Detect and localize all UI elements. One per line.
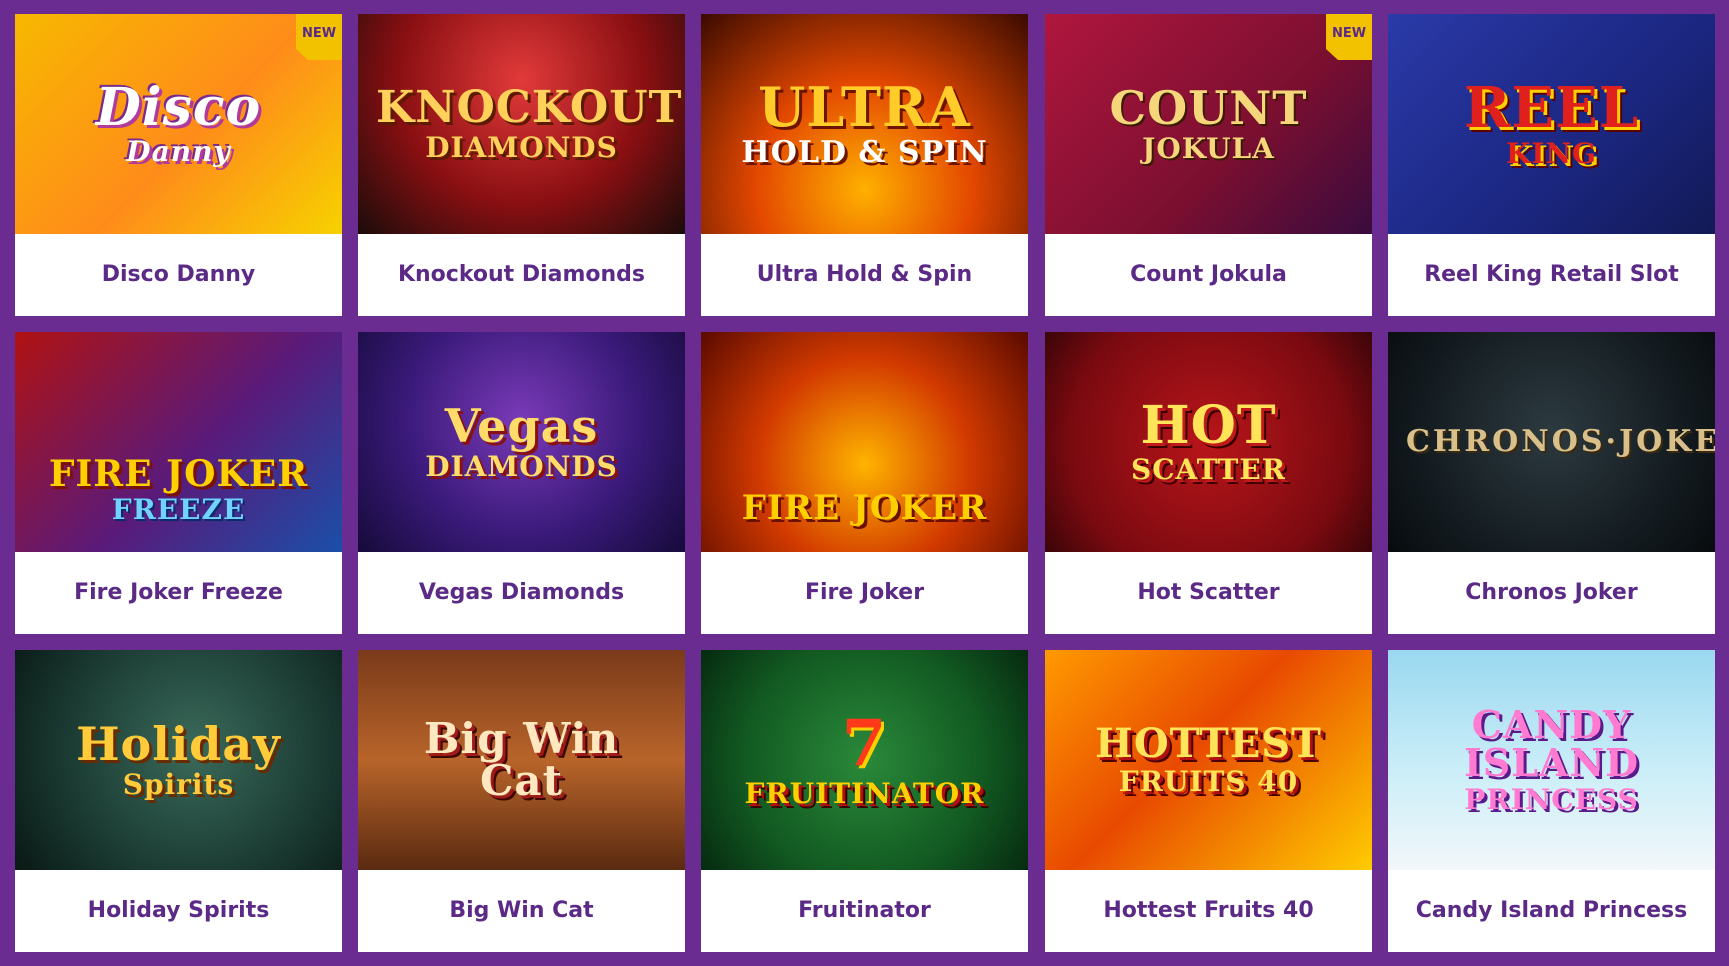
- game-thumbnail[interactable]: FIRE JOKER FREEZE: [15, 332, 342, 552]
- game-thumbnail[interactable]: KNOCKOUT DIAMONDS: [358, 14, 685, 234]
- game-logo-line: DIAMONDS: [425, 131, 618, 164]
- new-badge: NEW: [296, 14, 342, 60]
- game-logo-line: CANDY ISLAND: [1463, 702, 1640, 785]
- game-logo-line: Danny: [126, 135, 231, 168]
- new-badge: NEW: [1326, 14, 1372, 60]
- game-thumbnail[interactable]: HOTTEST FRUITS 40: [1045, 650, 1372, 870]
- game-logo: FIRE JOKER FREEZE: [15, 456, 342, 524]
- game-logo-line: FRUITINATOR: [744, 777, 985, 810]
- game-card-ultra-hold-spin[interactable]: ULTRA HOLD & SPIN Ultra Hold & Spin: [701, 14, 1028, 316]
- game-card-knockout-diamonds[interactable]: KNOCKOUT DIAMONDS Knockout Diamonds: [358, 14, 685, 316]
- game-thumbnail[interactable]: ULTRA HOLD & SPIN: [701, 14, 1028, 234]
- game-title[interactable]: Hot Scatter: [1045, 552, 1372, 634]
- game-logo-line: Big Win Cat: [423, 714, 620, 805]
- game-logo-line: SCATTER: [1131, 453, 1286, 486]
- game-card-count-jokula[interactable]: COUNT JOKULA NEW Count Jokula: [1045, 14, 1372, 316]
- game-thumbnail[interactable]: Big Win Cat: [358, 650, 685, 870]
- game-logo-line: Vegas: [444, 399, 599, 453]
- game-logo-line: PRINCESS: [1464, 783, 1639, 816]
- game-title[interactable]: Fire Joker Freeze: [15, 552, 342, 634]
- game-logo-line: Holiday: [76, 717, 281, 771]
- game-thumbnail[interactable]: REEL KING: [1388, 14, 1715, 234]
- game-logo-line: HOT: [1140, 395, 1277, 456]
- game-card-fruitinator[interactable]: 7 FRUITINATOR Fruitinator: [701, 650, 1028, 952]
- game-logo-line: FIRE JOKER: [741, 488, 988, 528]
- game-logo-line: ULTRA: [758, 75, 971, 139]
- game-logo: COUNT JOKULA: [1045, 85, 1372, 163]
- game-card-vegas-diamonds[interactable]: Vegas DIAMONDS Vegas Diamonds: [358, 332, 685, 634]
- game-thumbnail[interactable]: CANDY ISLAND PRINCESS: [1388, 650, 1715, 870]
- game-logo-line: FRUITS 40: [1118, 765, 1299, 798]
- game-title[interactable]: Reel King Retail Slot: [1388, 234, 1715, 316]
- game-title[interactable]: Big Win Cat: [358, 870, 685, 952]
- game-thumbnail[interactable]: Disco Danny: [15, 14, 342, 234]
- game-thumbnail[interactable]: CHRONOS·JOKER: [1388, 332, 1715, 552]
- game-card-hottest-fruits-40[interactable]: HOTTEST FRUITS 40 Hottest Fruits 40: [1045, 650, 1372, 952]
- game-title[interactable]: Candy Island Princess: [1388, 870, 1715, 952]
- game-logo-line: JOKULA: [1142, 132, 1275, 165]
- game-title[interactable]: Hottest Fruits 40: [1045, 870, 1372, 952]
- game-title[interactable]: Ultra Hold & Spin: [701, 234, 1028, 316]
- game-card-disco-danny[interactable]: Disco Danny NEW Disco Danny: [15, 14, 342, 316]
- game-grid: Disco Danny NEW Disco Danny KNOCKOUT DIA…: [0, 0, 1729, 966]
- game-title[interactable]: Fruitinator: [701, 870, 1028, 952]
- game-card-fire-joker[interactable]: FIRE JOKER Fire Joker: [701, 332, 1028, 634]
- game-card-holiday-spirits[interactable]: Holiday Spirits Holiday Spirits: [15, 650, 342, 952]
- game-thumbnail[interactable]: HOT SCATTER: [1045, 332, 1372, 552]
- game-logo-line: FIRE JOKER: [48, 453, 309, 496]
- game-logo-line: HOTTEST: [1095, 720, 1322, 767]
- game-thumbnail[interactable]: Vegas DIAMONDS: [358, 332, 685, 552]
- game-logo: FIRE JOKER: [701, 491, 1028, 525]
- game-title[interactable]: Knockout Diamonds: [358, 234, 685, 316]
- game-card-hot-scatter[interactable]: HOT SCATTER Hot Scatter: [1045, 332, 1372, 634]
- game-logo-line: HOLD & SPIN: [741, 135, 988, 170]
- game-logo: HOT SCATTER: [1045, 400, 1372, 484]
- game-logo: Disco Danny: [15, 82, 342, 166]
- game-logo: Big Win Cat: [358, 718, 685, 802]
- game-logo: Vegas DIAMONDS: [358, 403, 685, 481]
- game-card-big-win-cat[interactable]: Big Win Cat Big Win Cat: [358, 650, 685, 952]
- game-card-chronos-joker[interactable]: CHRONOS·JOKER Chronos Joker: [1388, 332, 1715, 634]
- game-logo-line: KNOCKOUT: [376, 82, 683, 133]
- game-title[interactable]: Chronos Joker: [1388, 552, 1715, 634]
- game-thumbnail[interactable]: 7 FRUITINATOR: [701, 650, 1028, 870]
- game-logo: Holiday Spirits: [15, 721, 342, 799]
- game-thumbnail[interactable]: FIRE JOKER: [701, 332, 1028, 552]
- game-logo: CHRONOS·JOKER: [1388, 427, 1715, 457]
- game-logo-line: DIAMONDS: [425, 450, 618, 483]
- game-title[interactable]: Count Jokula: [1045, 234, 1372, 316]
- game-card-candy-island-princess[interactable]: CANDY ISLAND PRINCESS Candy Island Princ…: [1388, 650, 1715, 952]
- game-title[interactable]: Holiday Spirits: [15, 870, 342, 952]
- game-title[interactable]: Fire Joker: [701, 552, 1028, 634]
- game-logo: CANDY ISLAND PRINCESS: [1388, 706, 1715, 814]
- game-logo-line: COUNT: [1109, 81, 1308, 135]
- game-logo-line: Disco: [95, 77, 262, 138]
- game-logo-line: KING: [1506, 137, 1597, 170]
- game-logo: REEL KING: [1388, 80, 1715, 168]
- game-logo-line: CHRONOS·JOKER: [1406, 424, 1715, 459]
- game-title[interactable]: Disco Danny: [15, 234, 342, 316]
- game-thumbnail[interactable]: Holiday Spirits: [15, 650, 342, 870]
- game-logo: 7 FRUITINATOR: [701, 712, 1028, 808]
- game-card-reel-king-retail-slot[interactable]: REEL KING Reel King Retail Slot: [1388, 14, 1715, 316]
- game-logo: HOTTEST FRUITS 40: [1045, 724, 1372, 796]
- game-logo-line: REEL: [1463, 75, 1640, 141]
- game-logo-line: FREEZE: [111, 493, 246, 527]
- game-card-fire-joker-freeze[interactable]: FIRE JOKER FREEZE Fire Joker Freeze: [15, 332, 342, 634]
- game-logo-line: 7: [841, 706, 888, 781]
- game-thumbnail[interactable]: COUNT JOKULA: [1045, 14, 1372, 234]
- game-title[interactable]: Vegas Diamonds: [358, 552, 685, 634]
- game-logo: ULTRA HOLD & SPIN: [701, 80, 1028, 168]
- game-logo: KNOCKOUT DIAMONDS: [358, 86, 685, 162]
- game-logo-line: Spirits: [122, 768, 235, 801]
